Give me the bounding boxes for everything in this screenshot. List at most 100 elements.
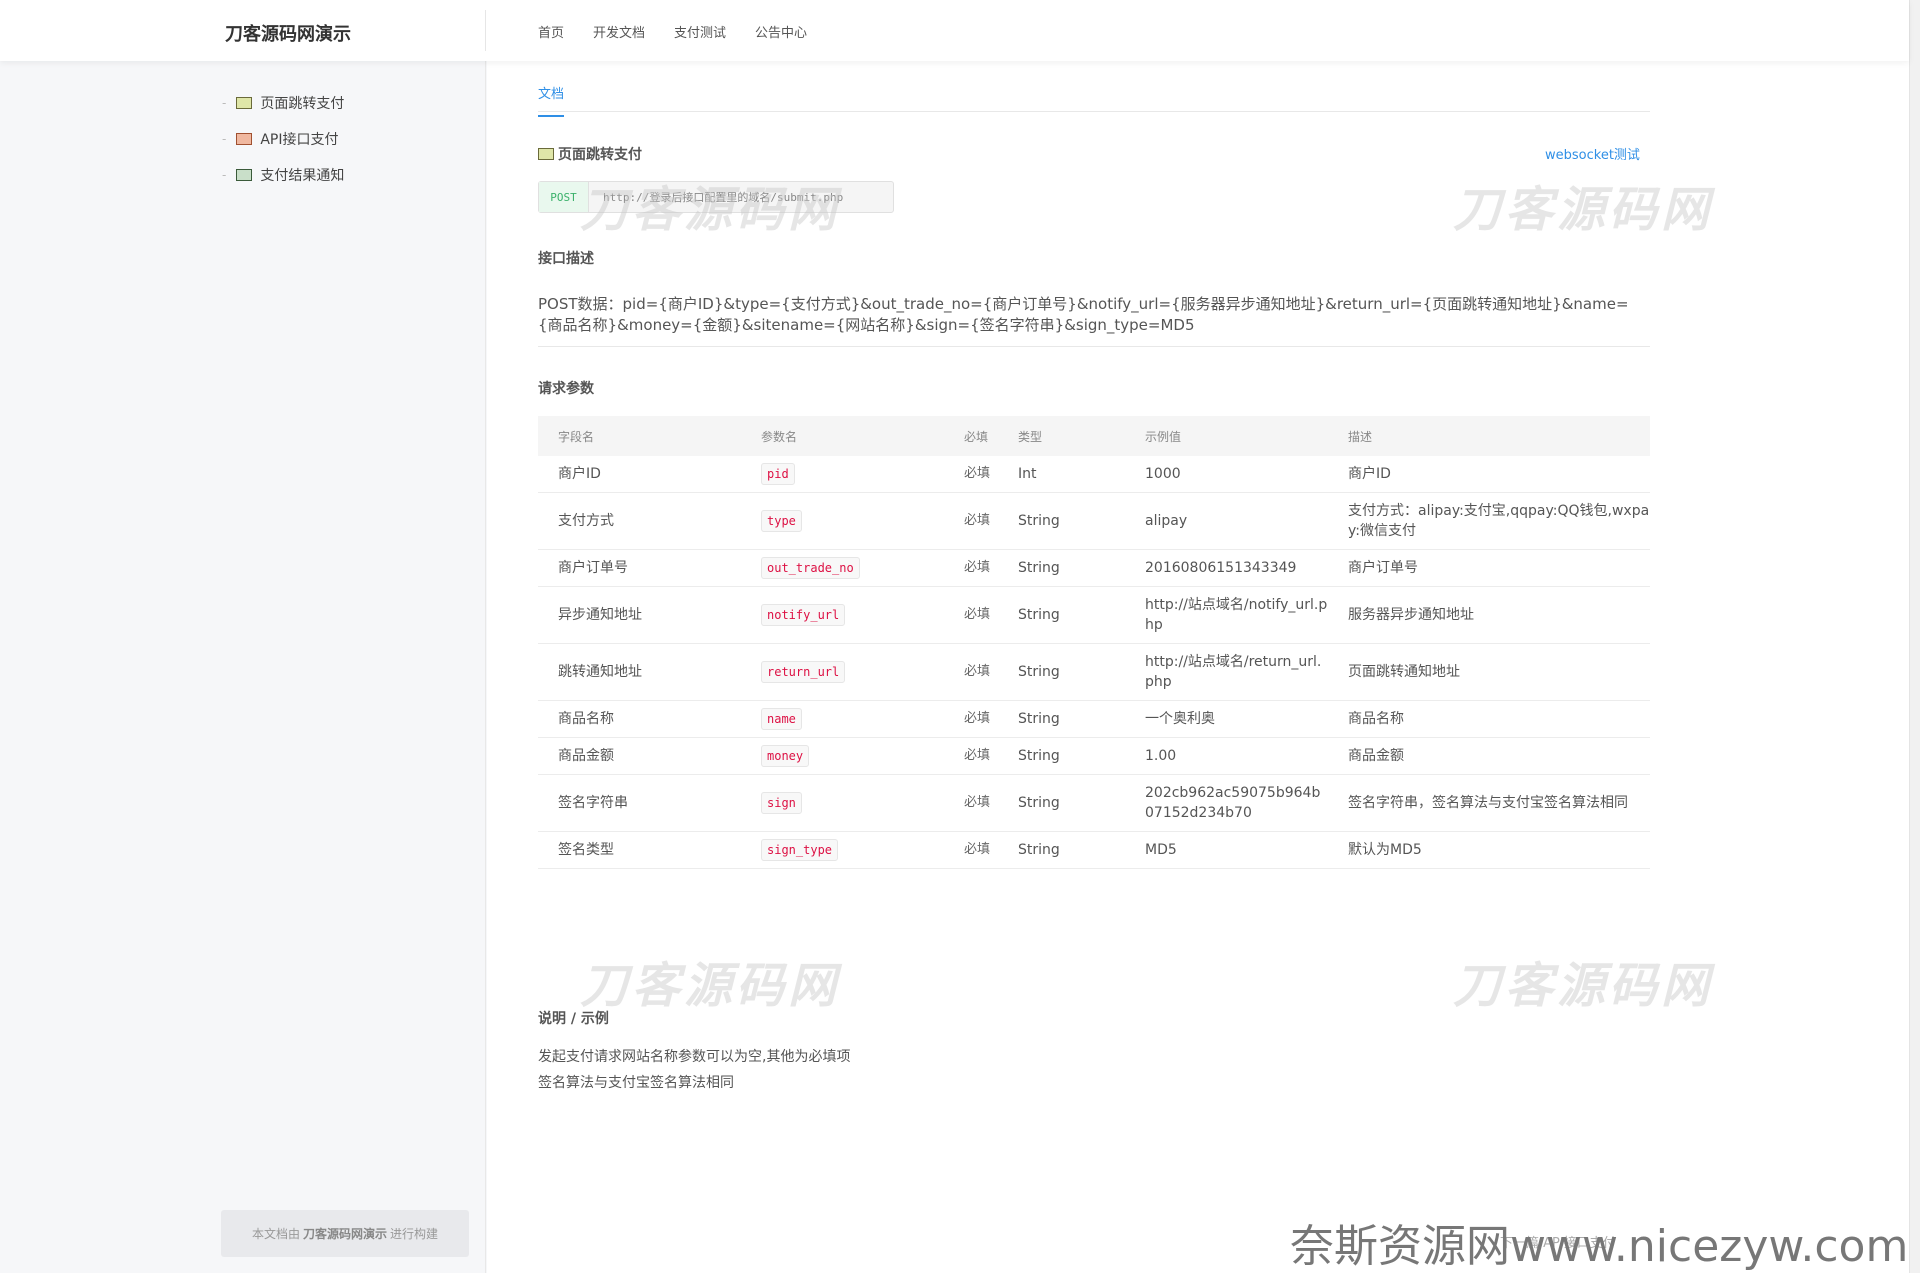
cell-description: 签名字符串，签名算法与支付宝签名算法相同 (1328, 774, 1650, 832)
cell-param-name: notify_url (741, 586, 944, 644)
sidebar-item-page-redirect-pay[interactable]: - 页面跳转支付 (222, 93, 344, 113)
table-row: 签名字符串 sign 必填 String 202cb962ac59075b964b071… (538, 774, 1650, 832)
param-code: money (761, 745, 810, 767)
scrollbar[interactable] (1909, 0, 1920, 1273)
cell-param-name: sign (741, 774, 944, 832)
col-required: 必填 (944, 416, 998, 456)
cell-type: String (998, 586, 1125, 644)
cell-param-name: sign_type (741, 831, 944, 869)
cell-required: 必填 (944, 774, 998, 832)
table-row: 商品金额 money 必填 String 1.00 商品金额 (538, 737, 1650, 775)
cell-type: String (998, 774, 1125, 832)
cell-required: 必填 (944, 549, 998, 587)
top-nav: 首页 开发文档 支付测试 公告中心 (538, 22, 807, 41)
cell-example: http://站点域名/return_url.php (1125, 643, 1328, 701)
section-title: 页面跳转支付 (538, 144, 642, 164)
param-code: return_url (761, 661, 846, 683)
col-description: 描述 (1328, 416, 1650, 456)
websocket-test-link[interactable]: websocket测试 (1545, 144, 1640, 163)
back-emoji-icon (236, 169, 253, 181)
built-name-link[interactable]: 刀客源码网演示 (303, 1225, 387, 1242)
params-title: 请求参数 (538, 381, 594, 397)
note-title: 说明 / 示例 (538, 1011, 609, 1027)
cell-required: 必填 (944, 492, 998, 550)
sidebar-item-pay-notify[interactable]: - 支付结果通知 (222, 165, 344, 185)
cell-type: String (998, 737, 1125, 775)
tab-docs[interactable]: 文档 (538, 83, 565, 117)
cell-field-name: 商户订单号 (538, 549, 741, 587)
url-emoji-icon (236, 97, 253, 109)
table-row: 跳转通知地址 return_url 必填 String http://站点域名/retu… (538, 643, 1650, 701)
col-example: 示例值 (1125, 416, 1328, 456)
cell-description: 服务器异步通知地址 (1328, 586, 1650, 644)
nav-home[interactable]: 首页 (538, 22, 564, 41)
site-logo[interactable]: 刀客源码网演示 (225, 20, 351, 46)
table-row: 商户ID pid 必填 Int 1000 商户ID (538, 456, 1650, 493)
cell-required: 必填 (944, 456, 998, 493)
cell-required: 必填 (944, 700, 998, 738)
col-field-name: 字段名 (538, 416, 741, 456)
table-row: 商户订单号 out_trade_no 必填 String 201608061513433… (538, 549, 1650, 587)
endpoint-url: http://登录后接口配置里的域名/submit.php (603, 191, 844, 204)
built-by-footer: 本文档由 刀客源码网演示 进行构建 (221, 1210, 469, 1257)
cell-type: Int (998, 456, 1125, 493)
cell-example: 20160806151343349 (1125, 549, 1328, 587)
endpoint-bar: POST http://登录后接口配置里的域名/submit.php (538, 181, 894, 213)
url-emoji-icon (538, 148, 554, 160)
built-prefix: 本文档由 (251, 1227, 300, 1241)
cell-description: 商户订单号 (1328, 549, 1650, 587)
header-divider (485, 10, 486, 51)
param-code: out_trade_no (761, 557, 860, 579)
note-text: 发起支付请求网站名称参数可以为空,其他为必填项 签名算法与支付宝签名算法相同 (538, 1044, 850, 1096)
cell-required: 必填 (944, 586, 998, 644)
cell-param-name: name (741, 700, 944, 738)
sidebar-item-api-pay[interactable]: - API接口支付 (222, 129, 339, 149)
table-header-row: 字段名 参数名 必填 类型 示例值 描述 (538, 416, 1650, 456)
cell-example: alipay (1125, 492, 1328, 550)
param-code: sign (761, 792, 802, 814)
built-suffix: 进行构建 (390, 1227, 439, 1241)
cell-type: String (998, 492, 1125, 550)
cell-example: MD5 (1125, 831, 1328, 869)
nav-dev-docs[interactable]: 开发文档 (593, 22, 645, 41)
param-code: type (761, 510, 802, 532)
method-badge: POST (539, 182, 589, 212)
cell-description: 默认为MD5 (1328, 831, 1650, 869)
bullet-icon: - (222, 168, 227, 182)
note-line: 签名算法与支付宝签名算法相同 (538, 1075, 734, 1091)
cell-type: String (998, 643, 1125, 701)
table-row: 支付方式 type 必填 String alipay 支付方式：alipay:支付宝,qq… (538, 492, 1650, 550)
params-table: 字段名 参数名 必填 类型 示例值 描述 商户ID pid 必填 Int 1000 商户I… (538, 416, 1650, 869)
param-code: name (761, 708, 802, 730)
cell-param-name: pid (741, 456, 944, 493)
cell-field-name: 签名类型 (538, 831, 741, 869)
bullet-icon: - (222, 96, 227, 110)
cell-type: String (998, 549, 1125, 587)
param-code: sign_type (761, 839, 839, 861)
cell-required: 必填 (944, 831, 998, 869)
sidebar-item-label: 支付结果通知 (260, 168, 345, 184)
cell-param-name: return_url (741, 643, 944, 701)
cell-description: 支付方式：alipay:支付宝,qqpay:QQ钱包,wxpay:微信支付 (1328, 492, 1650, 550)
cell-type: String (998, 700, 1125, 738)
cell-required: 必填 (944, 643, 998, 701)
main-content: 文档 页面跳转支付 websocket测试 POST http://登录后接口配… (487, 61, 1909, 1273)
table-row: 异步通知地址 notify_url 必填 String http://站点域名/noti… (538, 586, 1650, 644)
cell-example: http://站点域名/notify_url.php (1125, 586, 1328, 644)
cell-field-name: 商户ID (538, 456, 741, 493)
cell-field-name: 异步通知地址 (538, 586, 741, 644)
nav-notice-center[interactable]: 公告中心 (755, 22, 807, 41)
param-code: pid (761, 463, 795, 485)
desc-title: 接口描述 (538, 251, 594, 267)
nav-pay-test[interactable]: 支付测试 (674, 22, 726, 41)
top-header: 刀客源码网演示 首页 开发文档 支付测试 公告中心 (0, 0, 1909, 61)
cell-field-name: 跳转通知地址 (538, 643, 741, 701)
cell-description: 商品金额 (1328, 737, 1650, 775)
table-row: 签名类型 sign_type 必填 String MD5 默认为MD5 (538, 831, 1650, 869)
cell-description: 商户ID (1328, 456, 1650, 493)
cell-example: 1000 (1125, 456, 1328, 493)
tab-bar: 文档 (538, 61, 1650, 117)
table-row: 商品名称 name 必填 String 一个奥利奥 商品名称 (538, 700, 1650, 738)
sidebar: - 页面跳转支付 - API接口支付 - 支付结果通知 (0, 61, 486, 1273)
cell-field-name: 签名字符串 (538, 774, 741, 832)
